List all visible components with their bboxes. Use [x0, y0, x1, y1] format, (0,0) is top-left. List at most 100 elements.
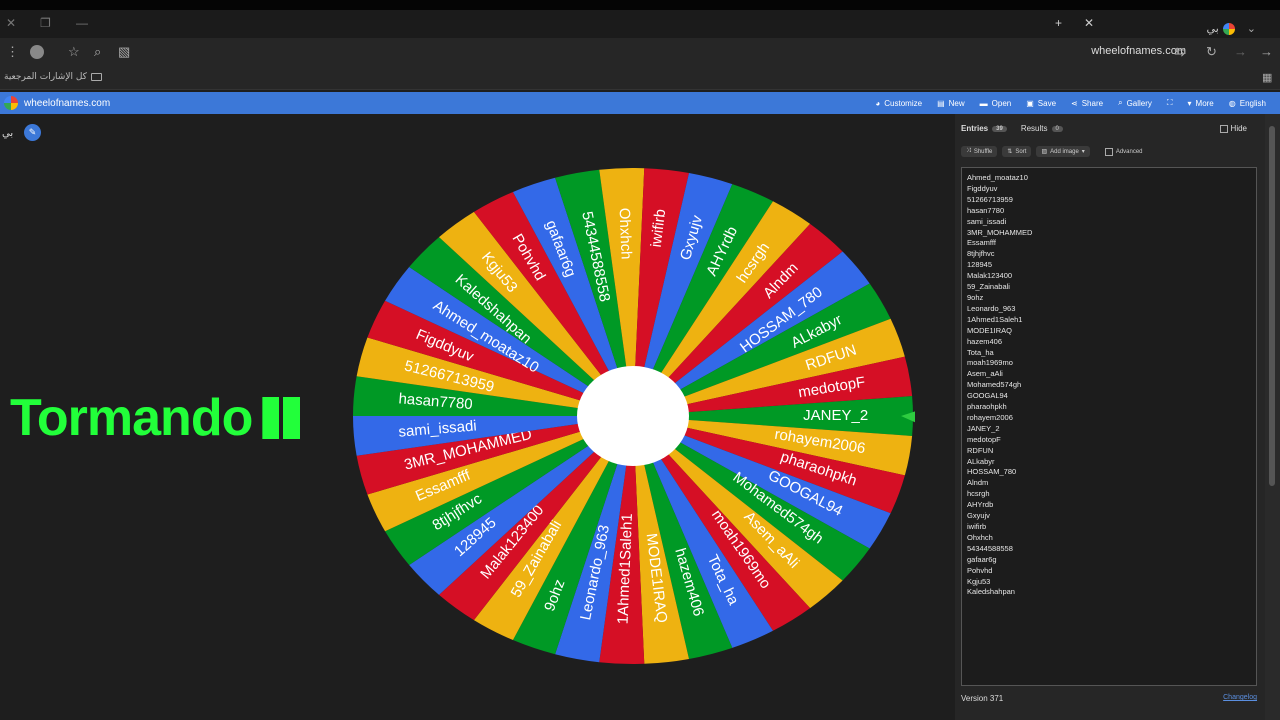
close-window-icon[interactable]: ✕	[6, 16, 16, 30]
back-arrow-icon[interactable]: →	[1260, 44, 1273, 59]
minimize-window-icon[interactable]: —	[76, 16, 88, 30]
wheel-title: بي	[2, 128, 14, 139]
shuffle-button[interactable]: ⤨ Shuffle	[961, 146, 998, 157]
site-name[interactable]: wheelofnames.com	[24, 98, 110, 109]
share-icon: ⋖	[1071, 98, 1078, 108]
entries-count-badge: 39	[992, 125, 1007, 132]
zoom-icon[interactable]: ⌕	[94, 44, 101, 60]
wheel-center-spin-button[interactable]	[577, 366, 689, 466]
changelog-link[interactable]: Changelog	[1223, 694, 1257, 701]
reload-icon[interactable]: ↻	[1206, 44, 1217, 60]
bookmark-folder-icon	[91, 73, 102, 81]
edit-title-button[interactable]: ✎	[24, 124, 41, 141]
menu-item-english[interactable]: ◍ English	[1229, 99, 1266, 108]
hide-checkbox[interactable]	[1219, 124, 1228, 133]
list-item: Leonardo_963	[967, 303, 1016, 313]
list-item: rohayem2006	[967, 412, 1013, 422]
entries-sidebar: Entries 39 Results 0 Hide ⤨ Shuffle ⇅ Sort…	[955, 114, 1265, 720]
list-item: Alndm	[967, 478, 989, 488]
list-item: JANEY_2	[967, 423, 1000, 433]
sort-icon: ⇅	[1007, 149, 1013, 155]
menu-item-open[interactable]: ▬ Open	[980, 99, 1012, 108]
menu-item-label: More	[1195, 98, 1214, 108]
list-item: 9ohz	[967, 292, 984, 302]
new-file-icon: ▤	[937, 98, 945, 108]
overlay-logo-icon	[262, 397, 301, 439]
page-scrollbar[interactable]	[1265, 114, 1280, 720]
tab-results[interactable]: Results 0	[1021, 124, 1063, 133]
advanced-label: Advanced	[1115, 148, 1143, 155]
extension-icon[interactable]: ▧	[118, 44, 130, 60]
list-item: Mohamed574gh	[967, 380, 1022, 390]
wheel-segment-label: JANEY_2	[803, 407, 868, 424]
list-item: 128945	[967, 260, 993, 270]
tab-entries[interactable]: Entries 39	[961, 124, 1007, 133]
url-text[interactable]: wheelofnames.com	[1091, 45, 1186, 57]
browser-tab[interactable]: بي ⌄	[1207, 22, 1256, 35]
menu-item-gallery[interactable]: ⌕ Gallery	[1118, 98, 1152, 108]
site-logo-icon	[4, 96, 18, 110]
site-settings-icon[interactable]: ⇆	[1174, 44, 1185, 60]
advanced-toggle[interactable]: Advanced	[1104, 147, 1143, 156]
list-item: hcsrgh	[967, 489, 990, 499]
menu-item-label: Share	[1081, 98, 1104, 108]
tab-entries-label: Entries	[961, 124, 989, 133]
list-item: ALkabyr	[967, 456, 995, 466]
menu-item-share[interactable]: ⋖ Share	[1071, 99, 1103, 108]
video-overlay-text: Tormando	[10, 388, 301, 448]
menu-item-save[interactable]: ▣ Save	[1026, 99, 1056, 108]
shuffle-label: Shuffle	[973, 148, 993, 155]
entries-list: Ahmed_moataz10 Figddyuv 51266713959 hasan77…	[967, 173, 1251, 598]
list-item: medotopF	[967, 434, 1001, 444]
kebab-menu-icon[interactable]: ⋮	[6, 44, 19, 60]
menu-item-more[interactable]: ▾ More	[1188, 99, 1214, 108]
sort-label: Sort	[1015, 148, 1027, 155]
all-bookmarks-link[interactable]: كل الإشارات المرجعية	[4, 72, 87, 82]
chevron-down-icon: ▾	[1187, 98, 1192, 108]
list-item: 3MR_MOHAMMED	[967, 227, 1033, 237]
list-item: Asem_aAli	[967, 369, 1003, 379]
wheel-svg[interactable]: JANEY_2rohayem2006pharaohpkhGOOGAL94Moha…	[351, 168, 915, 668]
restore-window-icon[interactable]: ❐	[40, 16, 51, 30]
address-bar: ⋮ ☆ ⌕ ▧ wheelofnames.com ⇆ ↻ → →	[0, 38, 1280, 66]
site-menu: ◕ Customize ▤ New ▬ Open ▣ Save ⋖ Share ⌕ Gallery ⛶ ▾…	[875, 92, 1266, 114]
hide-toggle[interactable]: Hide	[1219, 124, 1247, 133]
site-header: wheelofnames.com ◕ Customize ▤ New ▬ Open ▣ Sav…	[0, 92, 1280, 114]
results-count-badge: 0	[1051, 125, 1063, 132]
list-item: MODE1IRAQ	[967, 325, 1013, 335]
forward-arrow-icon[interactable]: →	[1234, 44, 1247, 59]
list-item: 54344588558	[967, 543, 1013, 553]
sort-button[interactable]: ⇅ Sort	[1002, 146, 1032, 157]
list-item: 8tjhjfhvc	[967, 249, 995, 259]
close-tab-icon[interactable]: ✕	[1084, 16, 1094, 30]
list-item: Ohxhch	[967, 532, 993, 542]
overlay-label: Tormando	[10, 389, 253, 447]
list-item: AHYrdb	[967, 500, 994, 510]
wheel[interactable]: JANEY_2 rohayem2006 pharaohpkh GOOGAL94 Moha…	[351, 168, 915, 668]
list-item: Kgju53	[967, 576, 991, 586]
menu-item-customize[interactable]: ◕ Customize	[875, 99, 922, 108]
add-image-button[interactable]: ▨ Add image ▾	[1036, 146, 1090, 157]
tab-results-label: Results	[1020, 124, 1048, 133]
list-item: 59_Zainabali	[967, 282, 1010, 292]
bookmarks-bar: كل الإشارات المرجعية ▦	[0, 66, 1280, 90]
menu-item-new[interactable]: ▤ New	[937, 99, 965, 108]
menu-item-fullscreen[interactable]: ⛶	[1167, 98, 1173, 108]
tab-title: بي	[1206, 22, 1219, 35]
new-tab-icon[interactable]: +	[1055, 16, 1062, 30]
scrollbar-thumb[interactable]	[1269, 126, 1275, 486]
save-icon: ▣	[1026, 98, 1034, 108]
list-item: Figddyuv	[967, 183, 998, 193]
profile-avatar-icon[interactable]	[30, 45, 44, 59]
chevron-down-icon: ▾	[1081, 149, 1085, 155]
apps-grid-icon[interactable]: ▦	[1262, 71, 1272, 84]
tab-list-chevron-icon[interactable]: ⌄	[1247, 22, 1256, 35]
entries-textarea[interactable]: Ahmed_moataz10 Figddyuv 51266713959 hasan77…	[961, 167, 1257, 686]
advanced-checkbox[interactable]	[1104, 147, 1113, 156]
star-icon[interactable]: ☆	[68, 44, 80, 60]
list-item: hazem406	[967, 336, 1003, 346]
list-item: iwifirb	[967, 522, 987, 531]
browser-tab-strip: ✕ ❐ — + ✕ بي ⌄	[0, 10, 1280, 38]
globe-icon: ◍	[1228, 98, 1236, 108]
palette-icon: ◕	[875, 98, 881, 108]
